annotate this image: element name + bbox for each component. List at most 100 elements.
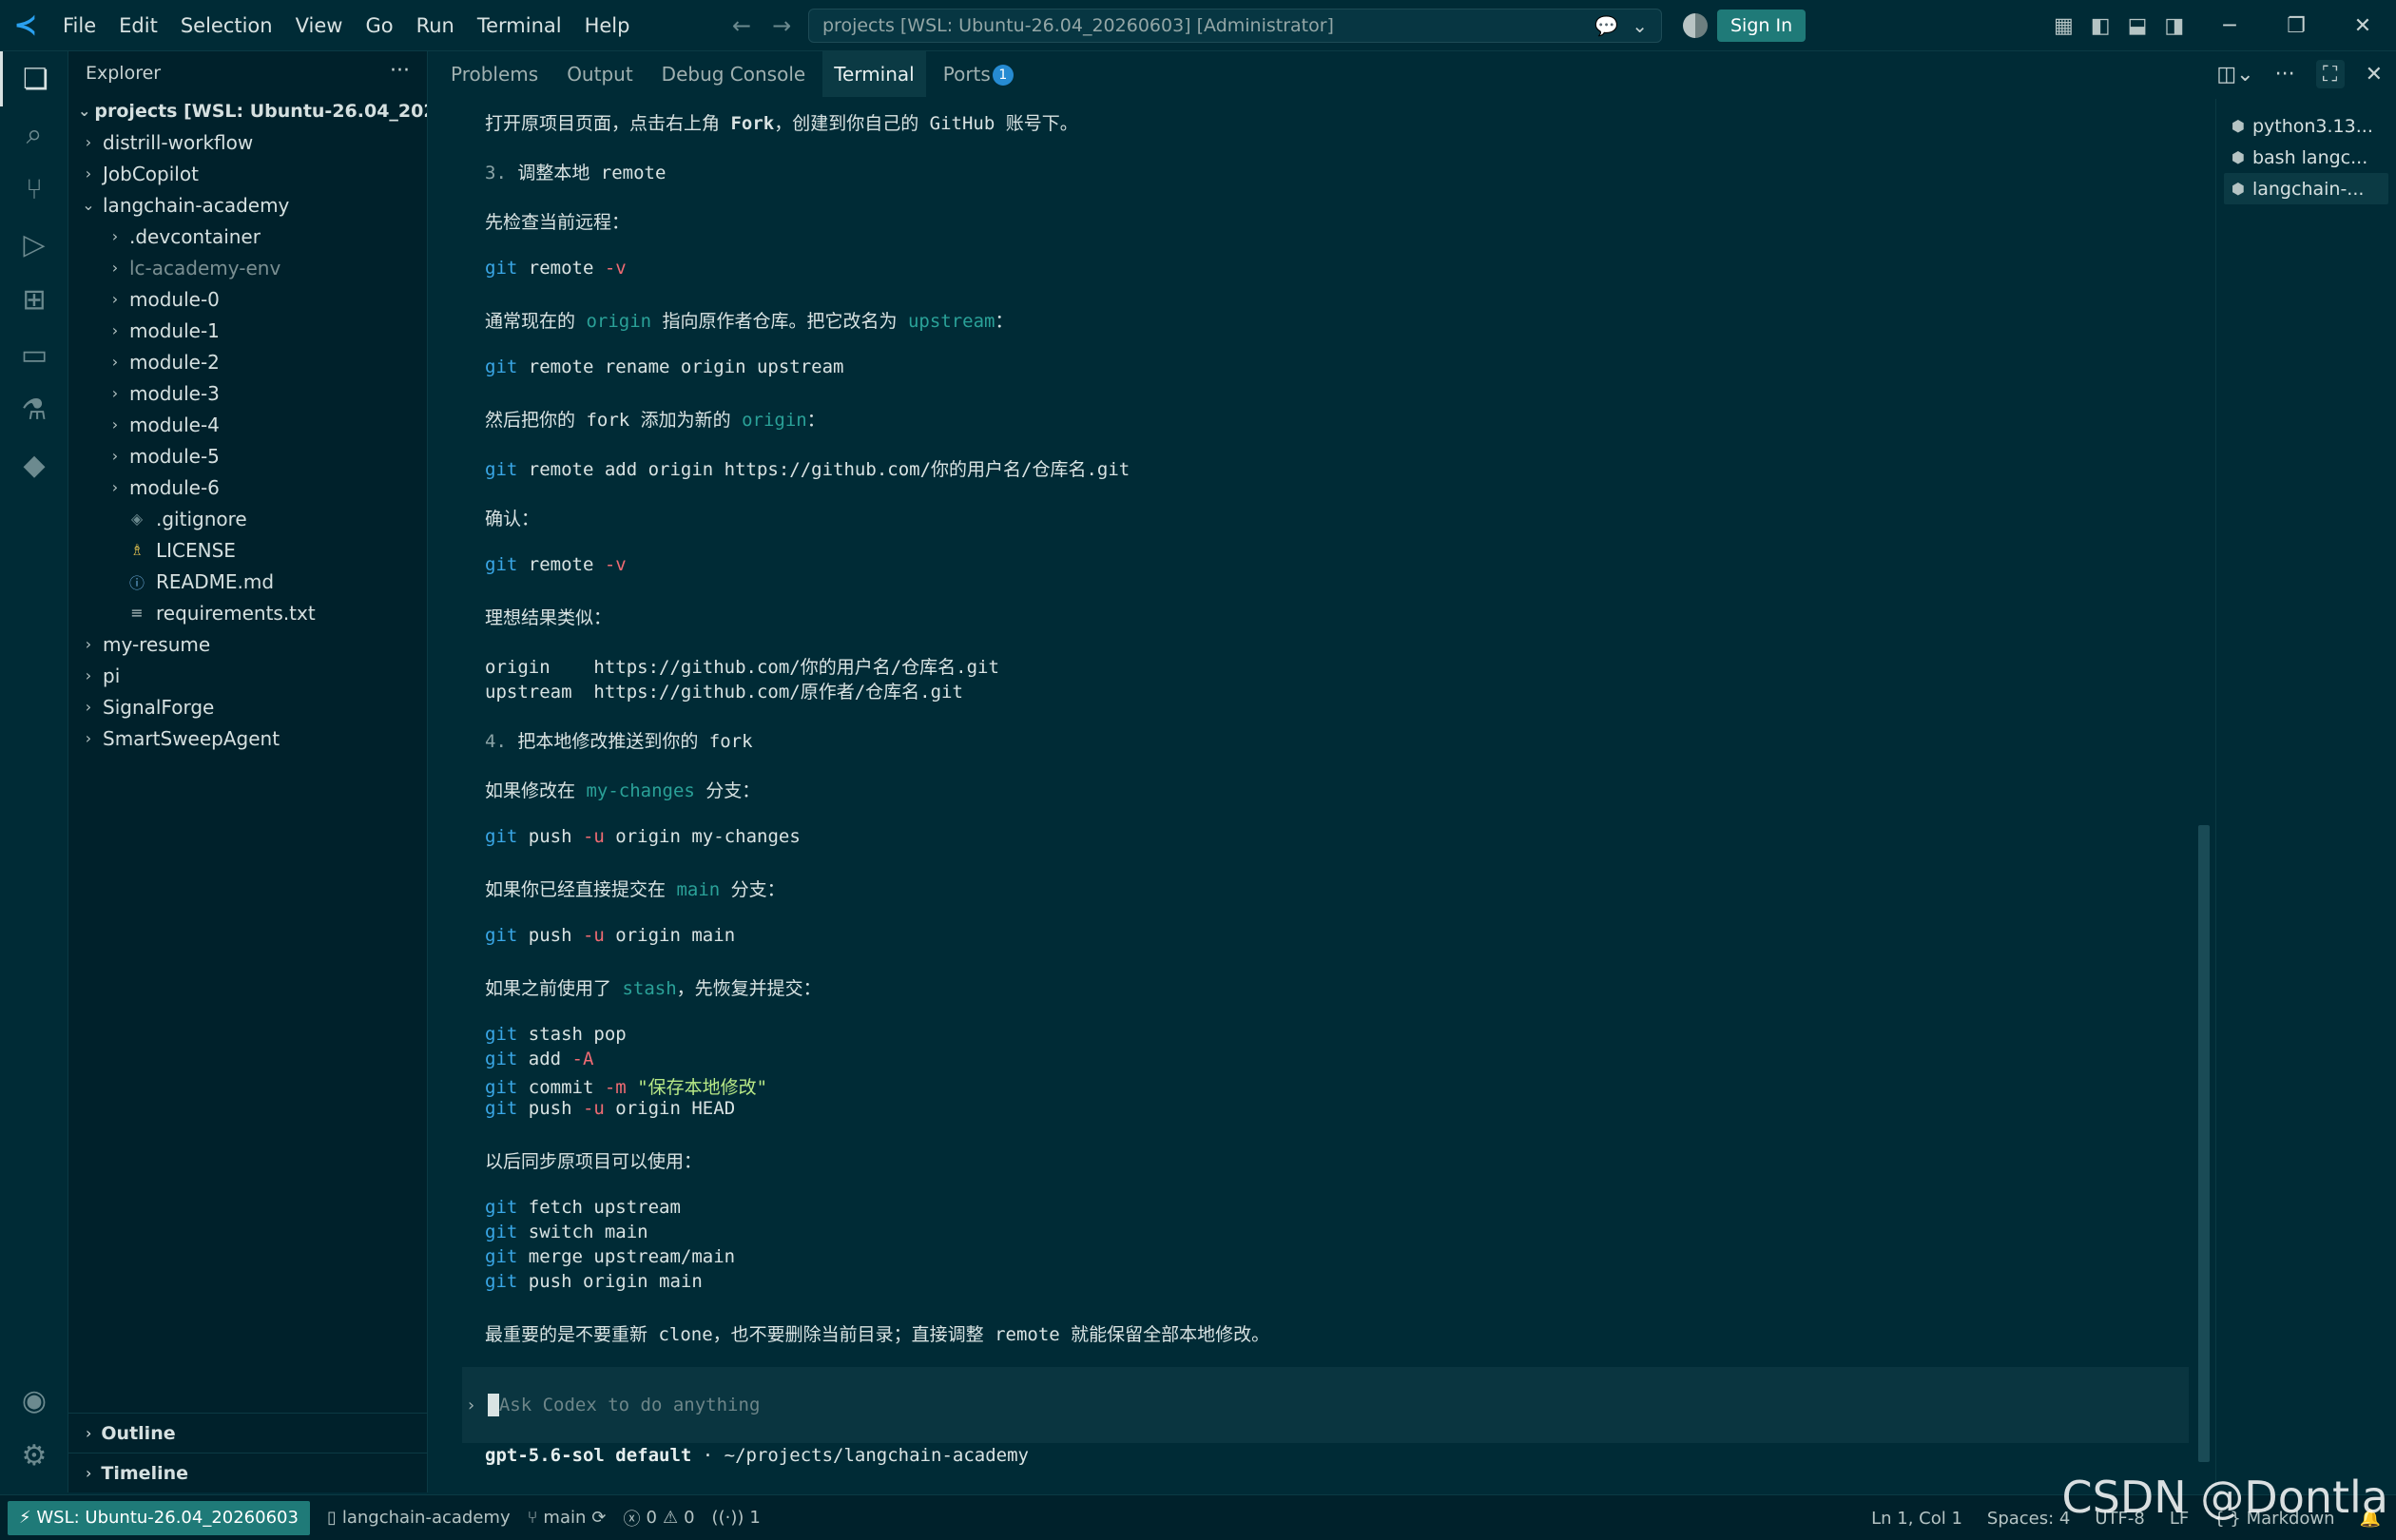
tree-folder[interactable]: › distrill-workflow: [68, 126, 427, 158]
tree-folder[interactable]: › JobCopilot: [68, 158, 427, 189]
terminal-text-segment: 分支：: [720, 879, 785, 900]
chat-icon[interactable]: 💬: [1594, 14, 1618, 37]
tree-item-label: SmartSweepAgent: [103, 726, 280, 750]
testing-icon[interactable]: ⚗: [0, 382, 68, 437]
tree-file[interactable]: ⓘ README.md: [68, 566, 427, 597]
command-center[interactable]: projects [WSL: Ubuntu-26.04_20260603] [A…: [808, 9, 1662, 43]
tree-folder[interactable]: › module-2: [68, 346, 427, 377]
close-panel-icon[interactable]: ✕: [2366, 63, 2383, 87]
status-cursor-position[interactable]: Ln 1, Col 1: [1871, 1509, 1962, 1529]
tree-file[interactable]: ≡ requirements.txt: [68, 597, 427, 628]
menu-help[interactable]: Help: [573, 0, 642, 51]
extensions-icon[interactable]: ⊞: [0, 272, 68, 327]
terminal-text-segment: "保存本地修改": [637, 1077, 768, 1098]
timeline-section[interactable]: › Timeline: [68, 1453, 428, 1492]
chevron-right-icon: ›: [111, 259, 119, 277]
status-branch[interactable]: ⑂ main ⟳: [528, 1508, 607, 1528]
menu-edit[interactable]: Edit: [107, 0, 169, 51]
tree-folder[interactable]: ⌄ langchain-academy: [68, 189, 427, 221]
remote-indicator[interactable]: ⚡ WSL: Ubuntu-26.04_20260603: [8, 1500, 310, 1535]
menu-go[interactable]: Go: [354, 0, 404, 51]
terminal-text-segment: 然后把你的 fork 添加为新的: [485, 410, 743, 431]
menu-selection[interactable]: Selection: [169, 0, 284, 51]
explorer-title: Explorer: [86, 63, 162, 84]
tree-folder[interactable]: › SmartSweepAgent: [68, 722, 427, 754]
explorer-icon[interactable]: ❏: [0, 51, 68, 106]
codex-input-box[interactable]: › Ask Codex to do anything: [462, 1367, 2189, 1443]
terminal-line: 先检查当前远程：: [485, 208, 629, 234]
menu-terminal[interactable]: Terminal: [466, 0, 573, 51]
terminal-text-segment: 3.: [485, 163, 518, 183]
source-control-icon[interactable]: ⑂: [0, 162, 68, 217]
toggle-primary-sidebar-icon[interactable]: ◧: [2091, 14, 2111, 38]
status-folder-label: langchain-academy: [341, 1508, 511, 1528]
remote-explorer-icon[interactable]: ▭: [0, 327, 68, 382]
tree-folder[interactable]: › my-resume: [68, 628, 427, 660]
terminal-text-segment: origin main: [604, 925, 736, 946]
terminal-line: git push -u origin my-changes: [485, 826, 801, 847]
forward-arrow-icon[interactable]: →: [772, 12, 791, 39]
terminal-output[interactable]: 打开原项目页面，点击右上角 Fork，创建到你自己的 GitHub 账号下。 3.…: [462, 99, 2193, 1363]
tab-output[interactable]: Output: [567, 51, 632, 97]
tree-folder[interactable]: › module-3: [68, 377, 427, 409]
copilot-icon[interactable]: [1683, 13, 1708, 38]
status-folder[interactable]: ▯ langchain-academy: [327, 1508, 511, 1528]
tree-folder[interactable]: › SignalForge: [68, 691, 427, 722]
toggle-secondary-sidebar-icon[interactable]: ◨: [2164, 14, 2184, 38]
terminal-text-segment: stash pop: [517, 1024, 627, 1045]
status-ports[interactable]: ((·)) 1: [712, 1508, 761, 1528]
minimize-icon[interactable]: ─: [2196, 14, 2263, 38]
gear-icon[interactable]: ⚙: [0, 1428, 68, 1483]
tree-file[interactable]: ◈ .gitignore: [68, 503, 427, 534]
chevron-right-icon: ›: [111, 353, 119, 371]
tree-item-label: README.md: [156, 569, 275, 593]
tree-folder[interactable]: › pi: [68, 660, 427, 691]
split-terminal-icon[interactable]: ◫⌄: [2216, 63, 2253, 87]
terminal-scrollbar-thumb[interactable]: [2198, 825, 2210, 1462]
tab-ports[interactable]: Ports 1: [943, 51, 1014, 97]
tab-problems[interactable]: Problems: [451, 51, 538, 97]
maximize-panel-icon[interactable]: ⛶: [2315, 60, 2345, 88]
run-debug-icon[interactable]: ▷: [0, 217, 68, 272]
search-icon[interactable]: ⌕: [0, 106, 68, 162]
broadcast-icon: ((·)): [711, 1508, 744, 1528]
close-window-icon[interactable]: ✕: [2329, 14, 2396, 38]
menu-run[interactable]: Run: [405, 0, 466, 51]
tree-file[interactable]: ♗ LICENSE: [68, 534, 427, 566]
menu-view[interactable]: View: [284, 0, 355, 51]
account-icon[interactable]: ◉: [0, 1373, 68, 1428]
restore-icon[interactable]: ❐: [2263, 14, 2329, 38]
back-arrow-icon[interactable]: ←: [732, 12, 751, 39]
toggle-panel-icon[interactable]: ⬓: [2128, 14, 2148, 38]
tree-folder[interactable]: › module-1: [68, 315, 427, 346]
tab-debug-console[interactable]: Debug Console: [662, 51, 806, 97]
tree-item-label: module-1: [129, 318, 220, 342]
warning-icon: ⚠: [662, 1508, 679, 1528]
tab-terminal[interactable]: Terminal: [822, 51, 926, 97]
tree-folder[interactable]: › .devcontainer: [68, 221, 427, 252]
terminal-session-bash[interactable]: ⬢ bash langc...: [2216, 142, 2396, 173]
chevron-right-icon: ›: [111, 321, 119, 339]
python-icon[interactable]: ◆: [0, 437, 68, 492]
sign-in-button[interactable]: Sign In: [1717, 10, 1807, 42]
tree-root-folder[interactable]: ⌄projects [WSL: Ubuntu-26.04_2026060...: [68, 95, 427, 126]
tree-folder[interactable]: › lc-academy-env: [68, 252, 427, 283]
terminal-session-python[interactable]: ⬢ python3.13...: [2216, 110, 2396, 142]
customize-layout-icon[interactable]: ▦: [2054, 14, 2074, 38]
tree-folder[interactable]: › module-5: [68, 440, 427, 472]
terminal-line: 4. 把本地修改推送到你的 fork: [485, 727, 753, 753]
status-indentation[interactable]: Spaces: 4: [1987, 1509, 2070, 1529]
more-actions-icon[interactable]: ···: [390, 59, 410, 83]
tree-folder[interactable]: › module-6: [68, 472, 427, 503]
terminal-session-label: bash langc...: [2251, 146, 2368, 168]
outline-section[interactable]: › Outline: [68, 1413, 428, 1453]
tree-folder[interactable]: › module-0: [68, 283, 427, 315]
tree-folder[interactable]: › module-4: [68, 409, 427, 440]
terminal-session-langchain[interactable]: ⬢ langchain-...: [2224, 173, 2388, 204]
more-icon[interactable]: ···: [2275, 63, 2295, 87]
terminal-text-segment: ：: [995, 311, 1014, 332]
terminal-text-segment: -A: [571, 1049, 594, 1069]
chevron-down-icon[interactable]: ⌄: [1632, 14, 1648, 37]
status-problems[interactable]: ⓧ 0 ⚠ 0: [624, 1506, 695, 1530]
menu-file[interactable]: File: [51, 0, 107, 51]
